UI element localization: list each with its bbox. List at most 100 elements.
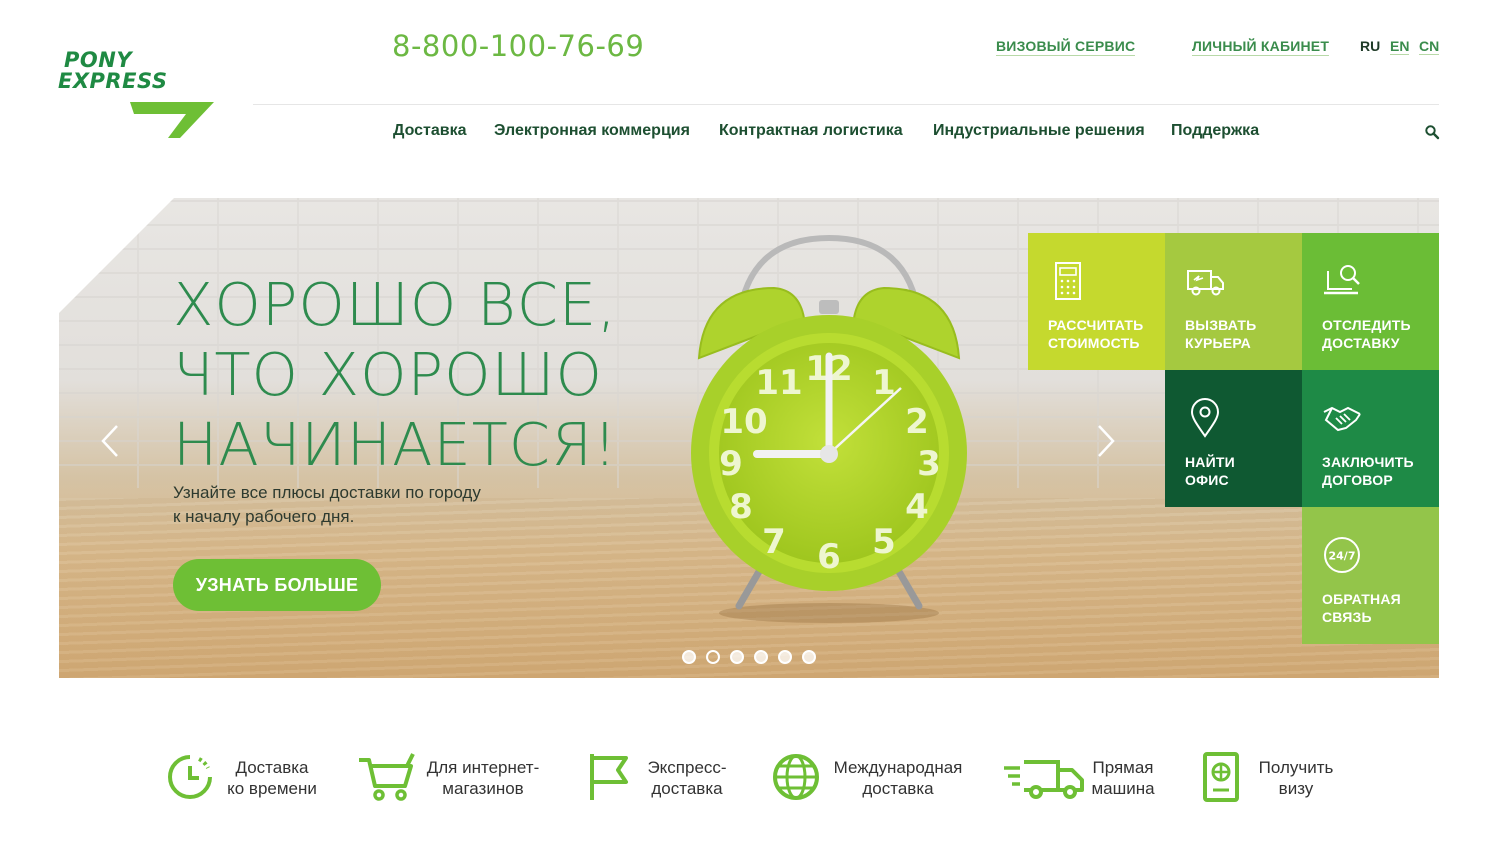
feature-label-line-1: Получить: [1258, 758, 1334, 777]
hero-subtitle: Узнайте все плюсы доставки по городу к н…: [173, 481, 513, 529]
pony-express-logo[interactable]: PONY EXPRESS: [58, 50, 218, 145]
feature-label: Получить визу: [1253, 757, 1339, 799]
tile-label: НАЙТИ ОФИС: [1185, 453, 1235, 489]
svg-text:24/7: 24/7: [1329, 550, 1356, 563]
tile-label: ОТСЛЕДИТЬ ДОСТАВКУ: [1322, 316, 1411, 352]
tile-label: ВЫЗВАТЬ КУРЬЕРА: [1185, 316, 1256, 352]
tile-find-office[interactable]: НАЙТИ ОФИС: [1165, 370, 1302, 507]
search-icon[interactable]: [1424, 124, 1440, 140]
nav-item-contract-logistics[interactable]: Контрактная логистика: [719, 122, 903, 140]
feature-label: Экспресс- доставка: [640, 757, 734, 799]
personal-account-link[interactable]: ЛИЧНЫЙ КАБИНЕТ: [1192, 38, 1330, 56]
lang-cn[interactable]: CN: [1419, 38, 1440, 55]
feature-label-line-2: доставка: [862, 779, 934, 798]
tile-label: ЗАКЛЮЧИТЬ ДОГОВОР: [1322, 453, 1414, 489]
tile-sign-contract[interactable]: ЗАКЛЮЧИТЬ ДОГОВОР: [1302, 370, 1439, 507]
logo-text: PONY EXPRESS: [58, 50, 167, 92]
svg-text:11: 11: [755, 363, 802, 403]
feature-label-line-2: магазинов: [442, 779, 524, 798]
slider-pagination: [682, 650, 816, 664]
svg-text:5: 5: [872, 522, 896, 562]
tile-label-line-2: ДОГОВОР: [1322, 472, 1393, 488]
feature-international-delivery[interactable]: Международная доставка: [772, 752, 972, 808]
visa-service-link[interactable]: ВИЗОВЫЙ СЕРВИС: [996, 38, 1136, 56]
hero-title-line-1: ХОРОШО ВСЕ,: [173, 270, 617, 339]
feature-label: Прямая машина: [1088, 757, 1158, 799]
tile-label-line-2: ДОСТАВКУ: [1322, 335, 1400, 351]
feature-label-line-2: ко времени: [227, 779, 317, 798]
feature-label-line-1: Международная: [833, 758, 963, 777]
feature-express-delivery[interactable]: Экспресс- доставка: [588, 752, 748, 808]
hero-subtitle-line-1: Узнайте все плюсы доставки по городу: [173, 483, 481, 502]
feature-label: Для интернет- магазинов: [423, 757, 543, 799]
hero-title: ХОРОШО ВСЕ, ЧТО ХОРОШО НАЧИНАЕТСЯ!: [173, 270, 618, 480]
tile-label-line-1: НАЙТИ: [1185, 454, 1235, 470]
feature-ecommerce[interactable]: Для интернет- магазинов: [357, 752, 557, 808]
slider-prev-arrow-icon[interactable]: [99, 423, 121, 459]
fast-truck-icon: [1004, 760, 1084, 799]
cart-icon: [359, 753, 415, 801]
hero-title-line-2: ЧТО ХОРОШО: [173, 340, 604, 409]
clock-icon: [168, 755, 212, 799]
slider-dot[interactable]: [754, 650, 768, 664]
nav-item-industrial[interactable]: Индустриальные решения: [933, 122, 1145, 140]
handshake-icon: [1323, 406, 1361, 432]
svg-text:3: 3: [917, 444, 941, 484]
logo-line-1: PONY: [64, 48, 133, 72]
feature-label-line-2: визу: [1278, 779, 1314, 798]
svg-text:2: 2: [905, 402, 929, 442]
header-divider: [253, 104, 1439, 105]
location-pin-icon: [1190, 398, 1220, 438]
tile-label: РАССЧИТАТЬ СТОИМОСТЬ: [1048, 316, 1143, 352]
feature-label: Доставка ко времени: [227, 757, 317, 799]
slider-dot[interactable]: [706, 650, 720, 664]
feature-label-line-2: доставка: [651, 779, 723, 798]
slider-dot[interactable]: [778, 650, 792, 664]
svg-text:10: 10: [720, 402, 767, 442]
nav-item-support[interactable]: Поддержка: [1171, 122, 1259, 140]
nav-item-ecommerce[interactable]: Электронная коммерция: [494, 122, 690, 140]
tile-label-line-2: КУРЬЕРА: [1185, 335, 1251, 351]
svg-text:6: 6: [817, 537, 841, 577]
laptop-search-icon: [1324, 265, 1360, 295]
tile-label-line-1: ОТСЛЕДИТЬ: [1322, 317, 1411, 333]
slider-dot[interactable]: [730, 650, 744, 664]
feature-label-line-1: Для интернет-: [426, 758, 540, 777]
logo-line-2: EXPRESS: [58, 69, 168, 93]
truck-icon: [1187, 270, 1224, 296]
tile-call-courier[interactable]: ВЫЗВАТЬ КУРЬЕРА: [1165, 233, 1302, 370]
lang-ru[interactable]: RU: [1360, 38, 1380, 54]
feature-direct-truck[interactable]: Прямая машина: [1002, 752, 1162, 808]
tile-track-delivery[interactable]: ОТСЛЕДИТЬ ДОСТАВКУ: [1302, 233, 1439, 370]
tile-label-line-1: ВЫЗВАТЬ: [1185, 317, 1257, 333]
slider-dot[interactable]: [802, 650, 816, 664]
tile-label: ОБРАТНАЯ СВЯЗЬ: [1322, 590, 1401, 626]
slider-next-arrow-icon[interactable]: [1095, 423, 1117, 459]
hero-title-line-3: НАЧИНАЕТСЯ!: [173, 410, 618, 479]
tile-label-line-2: СТОИМОСТЬ: [1048, 335, 1140, 351]
tile-feedback[interactable]: 24/7 ОБРАТНАЯ СВЯЗЬ: [1302, 507, 1439, 644]
feature-label-line-2: машина: [1091, 779, 1155, 798]
nav-item-delivery[interactable]: Доставка: [393, 122, 467, 140]
hero-subtitle-line-2: к началу рабочего дня.: [173, 507, 355, 526]
feature-label-line-1: Экспресс-: [647, 758, 727, 777]
feature-label-line-1: Прямая: [1092, 758, 1154, 777]
lang-en[interactable]: EN: [1390, 38, 1410, 55]
feature-label: Международная доставка: [830, 757, 966, 799]
slider-dot[interactable]: [682, 650, 696, 664]
phone-number[interactable]: 8-800-100-76-69: [392, 29, 644, 63]
learn-more-button[interactable]: УЗНАТЬ БОЛЬШЕ: [173, 559, 381, 611]
svg-text:8: 8: [729, 487, 753, 527]
feature-get-visa[interactable]: Получить визу: [1201, 752, 1351, 808]
svg-text:4: 4: [905, 487, 929, 527]
feature-on-time-delivery[interactable]: Доставка ко времени: [165, 752, 325, 808]
hero-corner-cut: [59, 198, 174, 313]
svg-text:7: 7: [762, 522, 786, 562]
tile-label-line-2: ОФИС: [1185, 472, 1229, 488]
calculator-icon: [1055, 262, 1081, 300]
tile-calculate-cost[interactable]: РАССЧИТАТЬ СТОИМОСТЬ: [1028, 233, 1165, 370]
alarm-clock-illustration: 12 1 2 3 4 5 6 7 8 9 10 11: [691, 234, 967, 623]
logo-arrow-icon: [130, 102, 214, 138]
globe-icon: [773, 754, 819, 800]
tile-label-line-1: ЗАКЛЮЧИТЬ: [1322, 454, 1414, 470]
